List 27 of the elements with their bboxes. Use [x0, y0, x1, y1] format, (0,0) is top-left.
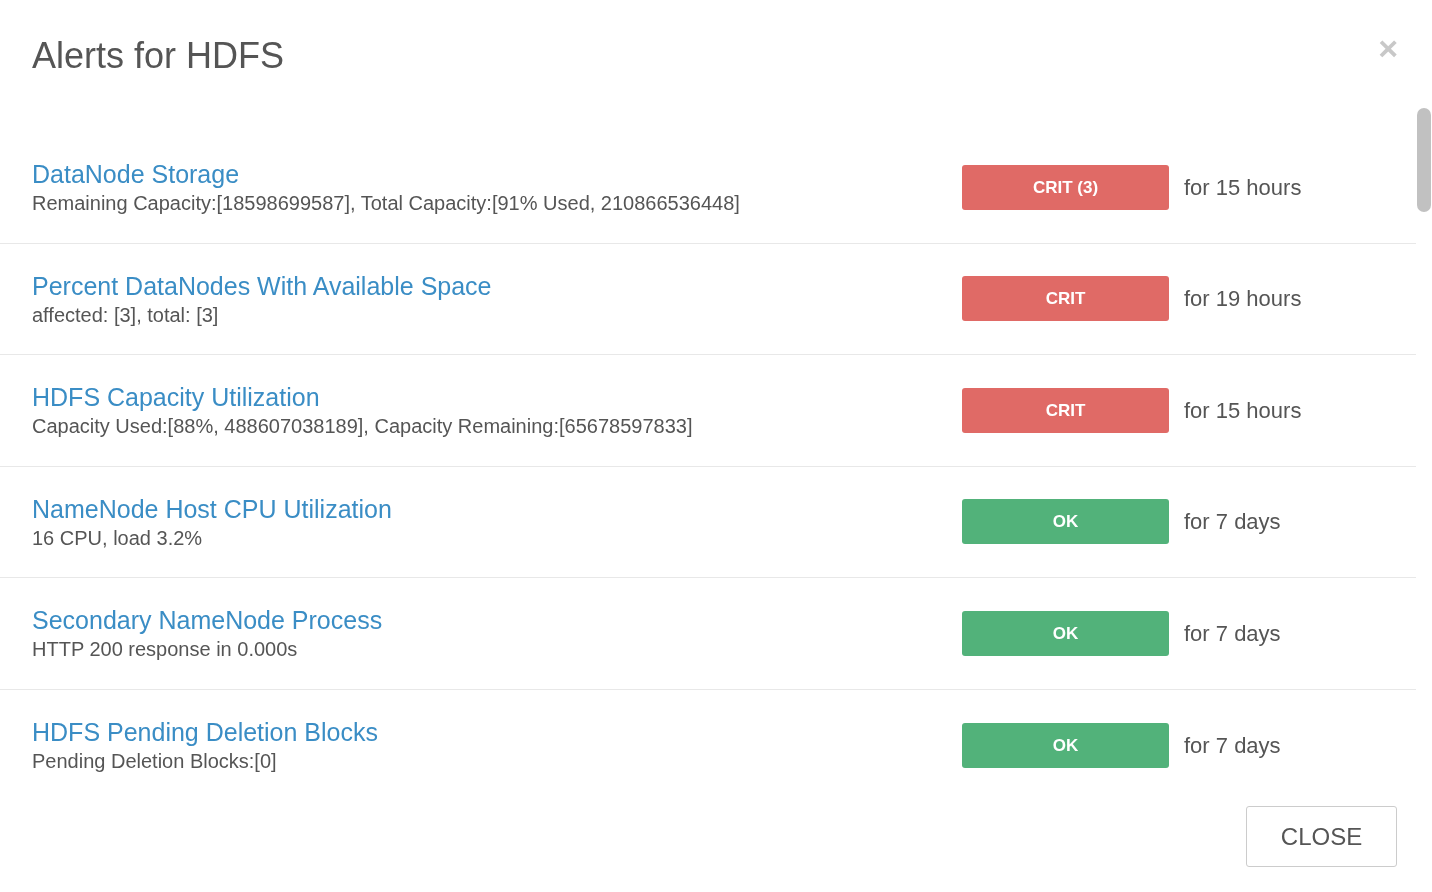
alert-name-link[interactable]: Secondary NameNode Process — [32, 604, 383, 637]
alert-description: Remaining Capacity:[18598699587], Total Capacity:[91% Used, 210866536448] — [32, 191, 741, 217]
alert-description: 16 CPU, load 3.2% — [32, 525, 204, 551]
status-badge: OK — [962, 722, 1169, 768]
alert-duration: for 15 hours — [1184, 173, 1303, 202]
status-badge: CRIT (3) — [962, 164, 1169, 210]
alert-name-link[interactable]: Percent DataNodes With Available Space — [32, 269, 492, 302]
status-badge: CRIT — [962, 387, 1169, 433]
close-button[interactable]: CLOSE — [1246, 806, 1397, 867]
status-badge: OK — [962, 610, 1169, 656]
alert-name-link[interactable]: NameNode Host CPU Utilization — [32, 492, 392, 525]
status-badge: OK — [962, 499, 1169, 545]
alert-name-link[interactable]: HDFS Capacity Utilization — [32, 381, 320, 414]
alert-duration: for 7 days — [1184, 731, 1282, 760]
alert-duration: for 19 hours — [1184, 285, 1303, 314]
alert-description: Capacity Used:[88%, 488607038189], Capacity Remaining:[65678597833] — [32, 414, 694, 440]
alert-description: HTTP 200 response in 0.000s — [32, 637, 299, 663]
alert-duration: for 7 days — [1184, 619, 1282, 648]
alert-duration: for 15 hours — [1184, 396, 1303, 425]
status-badge: CRIT — [962, 276, 1169, 322]
alert-name-link[interactable]: HDFS Pending Deletion Blocks — [32, 716, 378, 749]
alert-description: Pending Deletion Blocks:[0] — [32, 749, 278, 775]
scrollbar[interactable] — [1416, 106, 1432, 214]
alert-name-link[interactable]: DataNode Storage — [32, 158, 240, 191]
dialog-title: Alerts for HDFS — [32, 34, 285, 78]
alert-description: affected: [3], total: [3] — [32, 302, 220, 328]
alert-duration: for 7 days — [1184, 508, 1282, 537]
